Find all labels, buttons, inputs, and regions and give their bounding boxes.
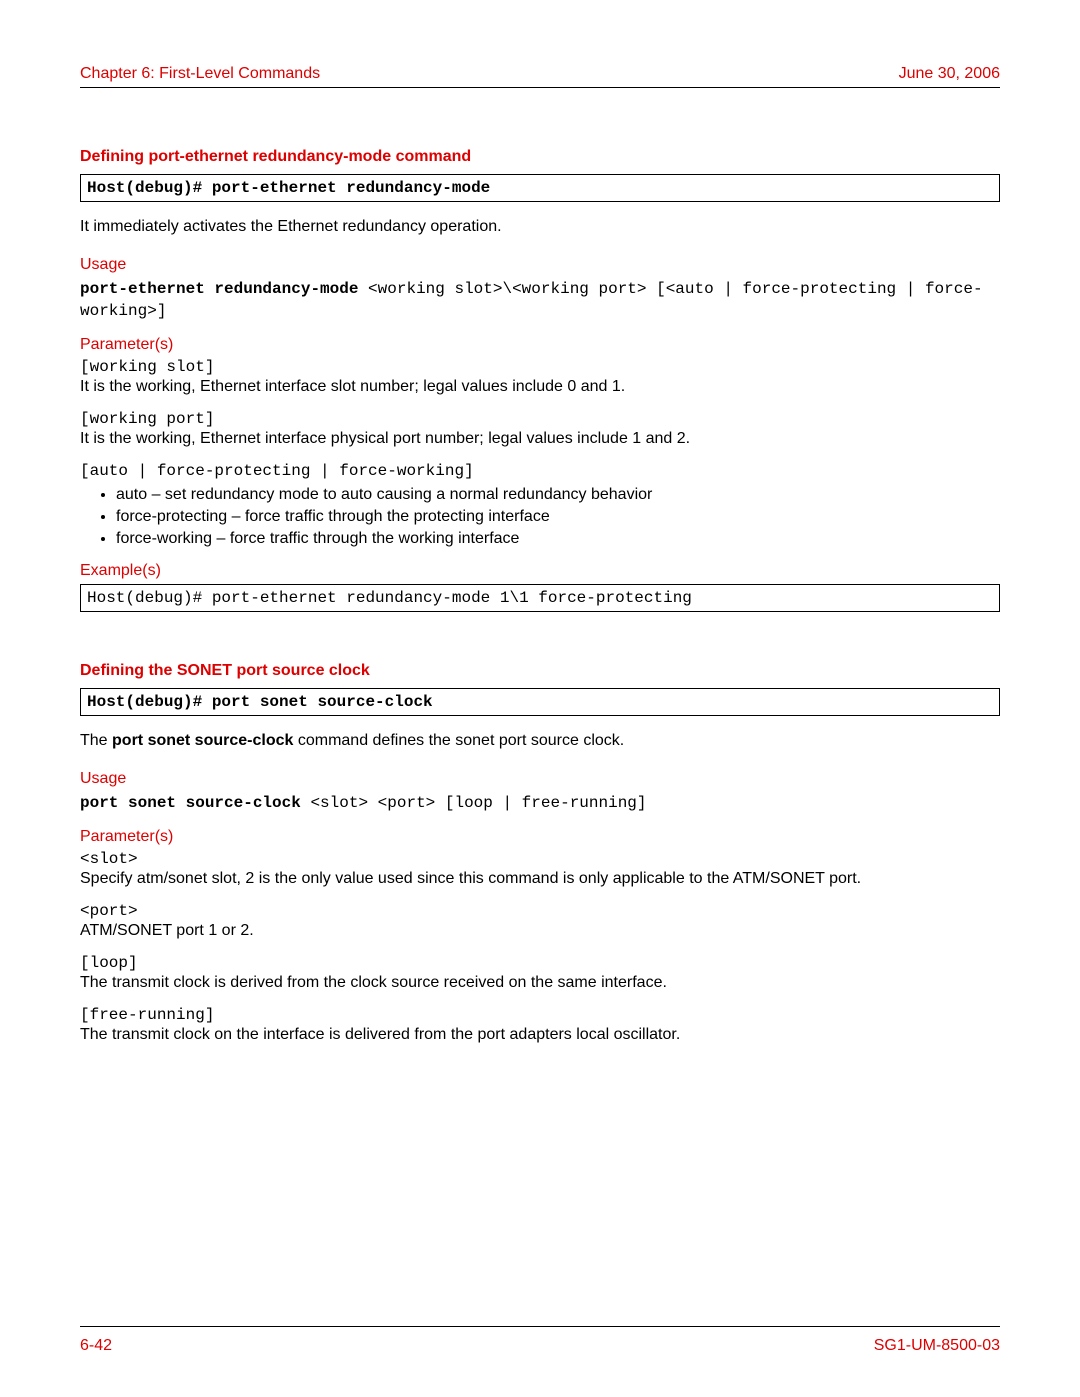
section2-usage-cmd: port sonet source-clock [80,794,301,812]
section2-intro: The port sonet source-clock command defi… [80,730,1000,752]
section1-intro: It immediately activates the Ethernet re… [80,216,1000,238]
section1-example-box: Host(debug)# port-ethernet redundancy-mo… [80,584,1000,612]
section2-param1-desc: Specify atm/sonet slot, 2 is the only va… [80,870,1000,888]
section2-params-label: Parameter(s) [80,828,1000,846]
section2-param1: <slot> Specify atm/sonet slot, 2 is the … [80,850,1000,888]
section1-param3: [auto | force-protecting | force-working… [80,462,1000,548]
section2-param3: [loop] The transmit clock is derived fro… [80,954,1000,992]
section2-param2: <port> ATM/SONET port 1 or 2. [80,902,1000,940]
section2-param1-name: <slot> [80,850,1000,868]
section1-param1-name: [working slot] [80,358,1000,376]
section1-usage-label: Usage [80,256,1000,274]
section1-command-box: Host(debug)# port-ethernet redundancy-mo… [80,174,1000,202]
section2-usage: port sonet source-clock <slot> <port> [l… [80,792,1000,814]
section1-params-label: Parameter(s) [80,336,1000,354]
section2-param3-desc: The transmit clock is derived from the c… [80,974,1000,992]
header-date: June 30, 2006 [899,65,1000,83]
page-header: Chapter 6: First-Level Commands June 30,… [80,65,1000,88]
section2-param2-desc: ATM/SONET port 1 or 2. [80,922,1000,940]
list-item: force-working – force traffic through th… [116,530,1000,548]
header-chapter: Chapter 6: First-Level Commands [80,65,320,83]
section1-param1-desc: It is the working, Ethernet interface sl… [80,378,1000,396]
section2-usage-label: Usage [80,770,1000,788]
section1-param3-name: [auto | force-protecting | force-working… [80,462,1000,480]
footer-doc-id: SG1-UM-8500-03 [874,1337,1000,1355]
section1-usage: port-ethernet redundancy-mode <working s… [80,278,1000,323]
section1-modes-list: auto – set redundancy mode to auto causi… [116,486,1000,548]
section1-param2: [working port] It is the working, Ethern… [80,410,1000,448]
section2-param4: [free-running] The transmit clock on the… [80,1006,1000,1044]
section2-param4-name: [free-running] [80,1006,1000,1024]
section2-param4-desc: The transmit clock on the interface is d… [80,1026,1000,1044]
section2-intro-pre: The [80,732,112,749]
footer-rule [80,1326,1000,1327]
section2-param3-name: [loop] [80,954,1000,972]
section2-intro-post: command defines the sonet port source cl… [293,732,624,749]
list-item: auto – set redundancy mode to auto causi… [116,486,1000,504]
section2-title: Defining the SONET port source clock [80,662,1000,680]
section1-param2-name: [working port] [80,410,1000,428]
section1-param2-desc: It is the working, Ethernet interface ph… [80,430,1000,448]
section1-examples-label: Example(s) [80,562,1000,580]
section2-command-box: Host(debug)# port sonet source-clock [80,688,1000,716]
section1-usage-cmd: port-ethernet redundancy-mode [80,280,358,298]
footer-page-number: 6-42 [80,1337,112,1355]
section1-title: Defining port-ethernet redundancy-mode c… [80,148,1000,166]
document-page: Chapter 6: First-Level Commands June 30,… [0,0,1080,1397]
list-item: force-protecting – force traffic through… [116,508,1000,526]
section2-intro-bold: port sonet source-clock [112,732,293,749]
section1-param1: [working slot] It is the working, Ethern… [80,358,1000,396]
section2-usage-args: <slot> <port> [loop | free-running] [301,794,647,812]
page-footer: 6-42 SG1-UM-8500-03 [80,1337,1000,1355]
section2-param2-name: <port> [80,902,1000,920]
